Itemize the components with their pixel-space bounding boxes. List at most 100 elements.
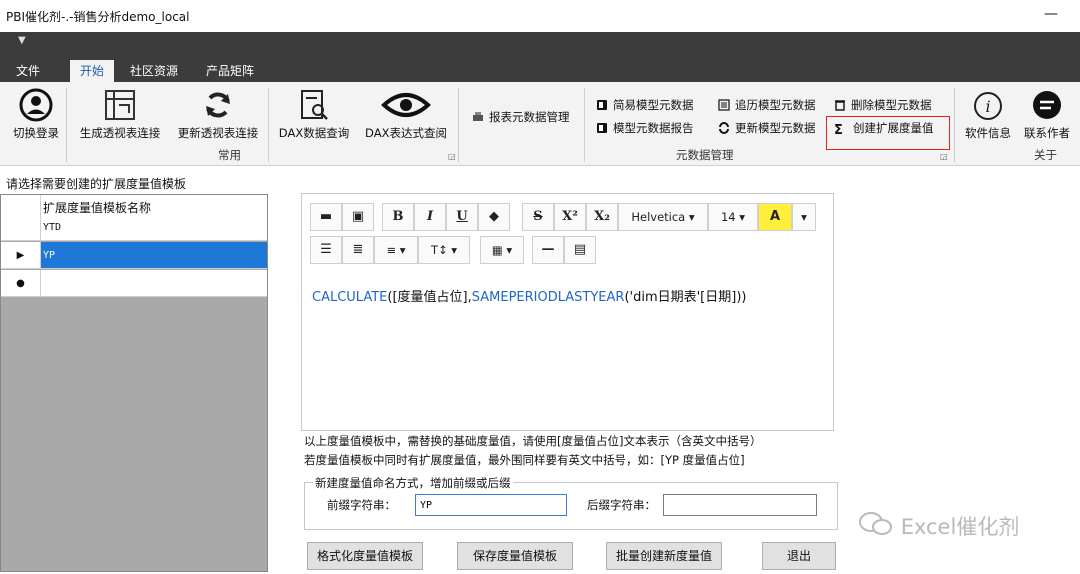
wechat-icon: [859, 512, 892, 535]
format-template-button[interactable]: 格式化度量值模板: [307, 542, 423, 570]
svg-text:i: i: [985, 97, 990, 116]
update-model-metadata-button[interactable]: 更新模型元数据: [718, 119, 816, 137]
quick-access-menu-icon[interactable]: ▼: [18, 35, 26, 46]
generate-pivot-button[interactable]: 生成透视表连接: [72, 88, 168, 141]
dax-argument: ('dim日期表'[日期])): [624, 290, 747, 305]
prefix-label: 前缀字符串：: [327, 498, 396, 512]
font-size-select[interactable]: 14 ▾: [708, 203, 758, 231]
wechat-watermark: Excel催化剂: [858, 510, 1019, 541]
template-grid[interactable]: 扩展度量值模板名称 YTD ▶ YP ●: [0, 194, 268, 572]
data-icon: [597, 123, 607, 133]
dax-function: SAMEPERIODLASTYEAR: [471, 290, 625, 305]
dax-template-text[interactable]: CALCULATE([度量值占位],SAMEPERIODLASTYEAR('di…: [312, 286, 746, 305]
batch-create-button[interactable]: 批量创建新度量值: [606, 542, 722, 570]
exit-button[interactable]: 退出: [762, 542, 836, 570]
row-header[interactable]: [1, 214, 41, 240]
bullet-list-icon[interactable]: ☰: [310, 236, 342, 264]
contact-author-label: 联系作者: [1024, 126, 1070, 140]
software-info-button[interactable]: i 软件信息: [960, 90, 1016, 141]
suffix-input[interactable]: [663, 494, 817, 516]
model-metadata-report-button[interactable]: 模型元数据报告: [596, 119, 694, 137]
tab-community[interactable]: 社区资源: [120, 60, 188, 82]
dax-viewer-label: DAX表达式查阅: [365, 126, 447, 140]
open-icon[interactable]: ▬: [310, 203, 342, 231]
dax-query-button[interactable]: DAX数据查询: [272, 88, 356, 141]
dax-function: CALCULATE: [312, 290, 388, 305]
update-model-metadata-label: 更新模型元数据: [735, 121, 816, 135]
group-label-metadata: 元数据管理: [676, 148, 734, 162]
contact-author-button[interactable]: 联系作者: [1018, 90, 1076, 141]
login-button[interactable]: 切换登录: [6, 88, 66, 141]
line-height-icon[interactable]: T↕ ▾: [418, 236, 470, 264]
title-bar: PBI催化剂-.-销售分析demo_local —: [0, 0, 1080, 32]
subscript-button[interactable]: X₂: [586, 203, 618, 231]
bold-button[interactable]: B: [382, 203, 414, 231]
table-row[interactable]: ▶ YP: [1, 242, 267, 269]
report-metadata-button[interactable]: 报表元数据管理: [472, 108, 570, 126]
dax-query-label: DAX数据查询: [278, 126, 350, 140]
instruction-line-2: 若度量值模板中同时有扩展度量值，最外围同样要有英文中括号，如：[YP 度量值占位…: [304, 453, 745, 467]
numbered-list-icon[interactable]: ≣: [342, 236, 374, 264]
highlight-color-button[interactable]: A: [758, 203, 792, 231]
horizontal-rule-icon[interactable]: —: [532, 236, 564, 264]
suffix-label: 后缀字符串：: [587, 498, 656, 512]
info-icon: i: [974, 92, 1002, 120]
software-info-label: 软件信息: [965, 126, 1011, 140]
template-name-cell[interactable]: YP: [43, 242, 55, 268]
separator: [66, 88, 67, 162]
image-icon[interactable]: ▤: [564, 236, 596, 264]
font-family-select[interactable]: Helvetica ▾: [618, 203, 708, 231]
group-label-common: 常用: [218, 148, 241, 162]
refresh-pivot-button[interactable]: 更新透视表连接: [170, 88, 266, 141]
new-row-indicator[interactable]: ●: [1, 270, 41, 296]
align-icon[interactable]: ≡ ▾: [374, 236, 418, 264]
tab-file[interactable]: 文件: [6, 60, 50, 82]
dax-viewer-button[interactable]: DAX表达式查阅: [358, 88, 454, 141]
dax-argument: ([度量值占位],: [387, 290, 472, 305]
tab-home[interactable]: 开始: [70, 60, 115, 82]
naming-options-group: 新建度量值命名方式，增加前缀或后缀 前缀字符串： 后缀字符串：: [304, 475, 838, 530]
eraser-icon[interactable]: ◆: [478, 203, 510, 231]
delete-model-metadata-label: 删除模型元数据: [851, 98, 932, 112]
document-search-icon: [301, 90, 328, 120]
table-icon[interactable]: ▦ ▾: [480, 236, 524, 264]
save-template-button[interactable]: 保存度量值模板: [457, 542, 573, 570]
chevron-down-icon[interactable]: ▾: [792, 203, 816, 231]
dialog-launcher-icon[interactable]: ◲: [448, 152, 456, 161]
separator: [458, 88, 459, 162]
font-family-value: Helvetica: [631, 210, 686, 224]
table-row[interactable]: YTD: [1, 214, 267, 241]
refresh-icon: [206, 92, 230, 118]
list-icon: [718, 99, 730, 111]
report-metadata-label: 报表元数据管理: [489, 110, 570, 124]
trash-icon: [835, 100, 845, 111]
underline-button[interactable]: U: [446, 203, 478, 231]
table-row[interactable]: ●: [1, 270, 267, 297]
dialog-launcher-icon[interactable]: ◲: [940, 152, 948, 161]
prefix-input[interactable]: [415, 494, 567, 516]
login-label: 切换登录: [13, 126, 59, 140]
user-icon: [19, 88, 53, 122]
minimize-button[interactable]: —: [1044, 6, 1058, 22]
quick-access-toolbar: ▼: [0, 32, 1080, 58]
ribbon-tab-bar: 文件 开始 社区资源 产品矩阵: [0, 58, 1080, 82]
template-editor[interactable]: ▬ ▣ B I U ◆ S X² X₂ Helvetica ▾ 14 ▾ A ▾…: [301, 193, 834, 431]
simple-model-metadata-button[interactable]: 简易模型元数据: [596, 96, 694, 114]
window-title: PBI催化剂-.-销售分析demo_local: [6, 10, 190, 24]
strikethrough-button[interactable]: S: [522, 203, 554, 231]
watermark-text: Excel催化剂: [900, 515, 1020, 539]
superscript-button[interactable]: X²: [554, 203, 586, 231]
pivot-table-icon: [105, 90, 135, 120]
chat-icon: [1033, 91, 1061, 119]
group-label-about: 关于: [1034, 148, 1057, 162]
template-name-cell[interactable]: YTD: [43, 214, 61, 240]
sync-icon: [719, 122, 729, 134]
model-metadata-report-label: 模型元数据报告: [613, 121, 694, 135]
tab-products[interactable]: 产品矩阵: [196, 60, 264, 82]
eye-icon: [381, 93, 431, 117]
current-row-indicator[interactable]: ▶: [1, 242, 41, 268]
delete-model-metadata-button[interactable]: 删除模型元数据: [834, 96, 932, 114]
save-icon[interactable]: ▣: [342, 203, 374, 231]
history-model-metadata-button[interactable]: 追历模型元数据: [718, 96, 816, 114]
italic-button[interactable]: I: [414, 203, 446, 231]
